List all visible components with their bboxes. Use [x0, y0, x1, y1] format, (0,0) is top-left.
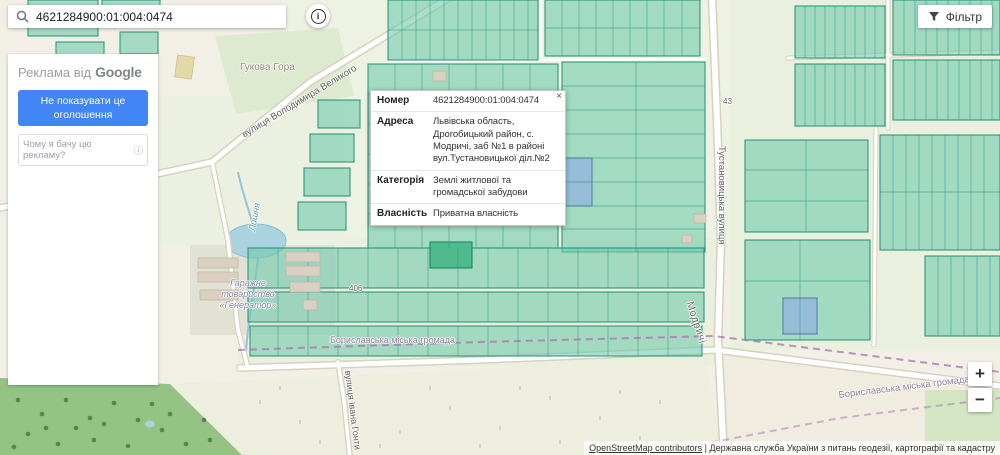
gov-attribution-text: Державна служба України з питань геодезі…: [709, 443, 996, 453]
popup-row-label: Номер: [377, 95, 410, 106]
filter-button[interactable]: Фільтр: [917, 5, 992, 28]
google-ad-panel: Реклама від Google Не показувати це огол…: [8, 54, 158, 385]
popup-row-value: Львівська область, Дрогобицький район, с…: [433, 116, 550, 165]
ad-why-label: Чому я бачу цю рекламу?: [23, 139, 92, 162]
ad-header: Реклама від Google: [8, 54, 158, 84]
filter-button-label: Фільтр: [945, 9, 982, 24]
popup-row-number: Номер 4621284900:01:004:0474: [371, 91, 565, 113]
osm-attribution-link[interactable]: OpenStreetMap contributors: [589, 443, 702, 453]
search-input[interactable]: [36, 9, 278, 24]
zoom-in-button[interactable]: +: [968, 362, 992, 386]
ad-header-text: Реклама від: [18, 65, 92, 80]
google-logo: Google: [95, 64, 142, 80]
popup-row-category: Категорія Землі житлової та громадської …: [371, 171, 565, 205]
ad-dismiss-button[interactable]: Не показувати це оголошення: [18, 90, 148, 127]
popup-row-value: 4621284900:01:004:0474: [433, 95, 540, 106]
info-icon: i: [310, 8, 326, 24]
map-attribution: OpenStreetMap contributors | Державна сл…: [584, 441, 1000, 455]
popup-row-label: Адреса: [377, 116, 414, 128]
popup-close-button[interactable]: ×: [556, 91, 562, 103]
popup-row-value: Приватна власність: [433, 208, 518, 220]
info-button[interactable]: i: [306, 4, 330, 28]
popup-row-address: Адреса Львівська область, Дрогобицький р…: [371, 112, 565, 171]
popup-row-label: Власність: [377, 208, 428, 220]
parcel-info-popup: × Номер 4621284900:01:004:0474 Адреса Ль…: [370, 90, 566, 226]
search-bar: [8, 5, 286, 28]
zoom-out-button[interactable]: −: [968, 388, 992, 412]
popup-row-label: Категорія: [377, 174, 425, 186]
attribution-separator: |: [702, 443, 710, 453]
search-icon: [16, 10, 29, 23]
filter-funnel-icon: [928, 11, 939, 21]
cadastral-map-app: Гукова Гора вулиця Володимира Великого Т…: [0, 0, 1000, 455]
ad-info-icon: ⓘ: [133, 146, 143, 158]
ad-why-button[interactable]: Чому я бачу цю рекламу? ⓘ: [18, 134, 148, 167]
zoom-controls: + −: [968, 362, 992, 412]
popup-row-value: Землі житлової та громадської забудови: [433, 174, 528, 199]
popup-row-ownership: Власність Приватна власність: [371, 204, 565, 224]
